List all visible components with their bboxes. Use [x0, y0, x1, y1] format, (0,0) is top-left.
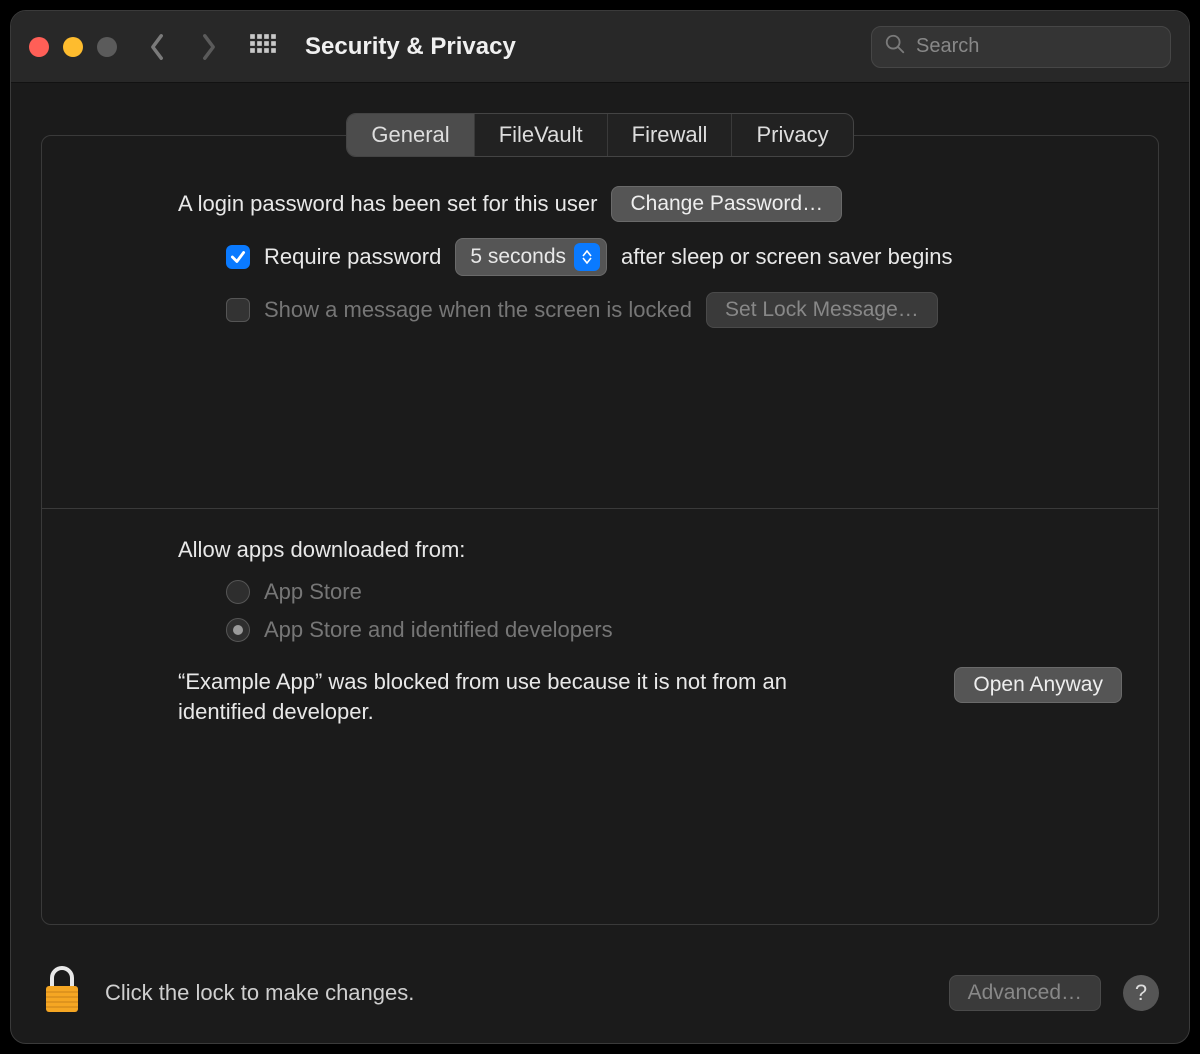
show-lock-message-label: Show a message when the screen is locked — [264, 297, 692, 323]
allow-identified-developers-radio[interactable] — [226, 618, 250, 642]
blocked-app-message: “Example App” was blocked from use becau… — [178, 667, 838, 726]
search-icon — [884, 33, 916, 60]
tab-general[interactable]: General — [347, 114, 474, 156]
panel-divider — [42, 508, 1158, 509]
nav-arrows — [145, 35, 221, 59]
lock-hint-text: Click the lock to make changes. — [105, 980, 414, 1006]
set-lock-message-button[interactable]: Set Lock Message… — [706, 292, 938, 328]
require-password-label-after: after sleep or screen saver begins — [621, 244, 952, 270]
help-button[interactable]: ? — [1123, 975, 1159, 1011]
window-controls — [29, 37, 117, 57]
allow-apps-title: Allow apps downloaded from: — [178, 537, 1122, 563]
search-input[interactable] — [916, 35, 1158, 58]
require-password-delay-select[interactable]: 5 seconds — [455, 238, 607, 276]
open-anyway-button[interactable]: Open Anyway — [954, 667, 1122, 703]
allow-app-store-radio[interactable] — [226, 580, 250, 604]
tab-bar: General FileVault Firewall Privacy — [41, 113, 1159, 157]
window-title: Security & Privacy — [305, 33, 516, 61]
change-password-button[interactable]: Change Password… — [611, 186, 842, 222]
require-password-checkbox[interactable] — [226, 245, 250, 269]
close-window-button[interactable] — [29, 37, 49, 57]
search-field-wrapper[interactable] — [871, 26, 1171, 68]
zoom-window-button[interactable] — [97, 37, 117, 57]
tab-privacy[interactable]: Privacy — [732, 114, 852, 156]
show-lock-message-checkbox[interactable] — [226, 298, 250, 322]
allow-identified-developers-label: App Store and identified developers — [264, 617, 613, 643]
forward-button[interactable] — [197, 35, 221, 59]
allow-app-store-label: App Store — [264, 579, 362, 605]
tab-firewall[interactable]: Firewall — [608, 114, 733, 156]
preferences-window: Security & Privacy General FileVault Fir… — [10, 10, 1190, 1044]
login-password-status: A login password has been set for this u… — [178, 191, 597, 217]
advanced-button[interactable]: Advanced… — [949, 975, 1101, 1011]
footer: Click the lock to make changes. Advanced… — [41, 964, 1159, 1021]
titlebar: Security & Privacy — [11, 11, 1189, 83]
tab-filevault[interactable]: FileVault — [475, 114, 608, 156]
back-button[interactable] — [145, 35, 169, 59]
require-password-label-before: Require password — [264, 244, 441, 270]
require-password-delay-value: 5 seconds — [470, 245, 566, 269]
select-stepper-icon — [574, 243, 600, 271]
content-panel: A login password has been set for this u… — [41, 135, 1159, 925]
minimize-window-button[interactable] — [63, 37, 83, 57]
show-all-prefs-button[interactable] — [249, 33, 277, 61]
lock-icon[interactable] — [41, 964, 83, 1021]
